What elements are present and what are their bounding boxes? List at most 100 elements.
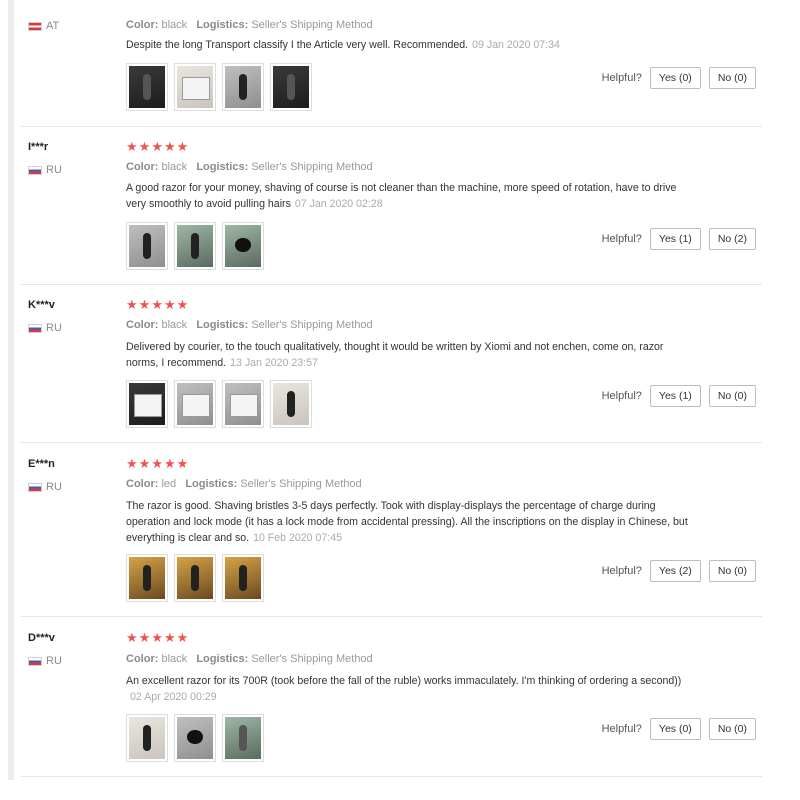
buyer-country: RU — [28, 655, 62, 667]
star-icon: ★ — [151, 297, 163, 312]
logistics-value: Seller's Shipping Method — [251, 653, 373, 665]
review-photo-thumb[interactable] — [222, 222, 264, 270]
star-icon: ★ — [138, 456, 151, 471]
color-value: black — [161, 653, 188, 665]
review-text: A good razor for your money, shaving of … — [126, 180, 696, 212]
helpful-yes-button[interactable]: Yes (1) — [649, 385, 701, 407]
review-info: Color: black Logistics: Seller's Shippin… — [126, 19, 373, 31]
star-icon: ★ — [138, 630, 151, 645]
review-photo-thumb[interactable] — [174, 554, 216, 602]
review-photo-thumb[interactable] — [174, 380, 216, 428]
color-label: Color: — [126, 161, 159, 173]
logistics-label: Logistics: — [196, 19, 249, 31]
review-photo-thumb[interactable] — [222, 380, 264, 428]
review-photo-thumb[interactable] — [270, 380, 312, 428]
review-photo-thumb[interactable] — [126, 63, 168, 111]
buyer-country: AT — [28, 20, 59, 32]
review-date: 13 Jan 2020 23:57 — [230, 357, 318, 369]
star-icon: ★ — [176, 297, 189, 312]
helpful-no-button[interactable]: No (0) — [708, 560, 756, 582]
review-photos — [126, 554, 264, 602]
review-photo-thumb[interactable] — [222, 554, 264, 602]
review-photo-thumb[interactable] — [126, 380, 168, 428]
country-code: RU — [46, 322, 62, 334]
flag-ru-icon — [28, 323, 42, 333]
review-item: E***n RU ★ ★ ★ ★ ★ Color: led Logistics: Sel… — [20, 442, 762, 617]
review-date: 02 Apr 2020 00:29 — [130, 691, 217, 703]
star-icon: ★ — [126, 139, 138, 154]
review-date: 07 Jan 2020 02:28 — [294, 198, 383, 210]
star-icon: ★ — [163, 139, 176, 154]
left-border — [8, 0, 14, 780]
logistics-value: Seller's Shipping Method — [240, 478, 362, 490]
star-icon: ★ — [163, 630, 176, 645]
logistics-value: Seller's Shipping Method — [251, 319, 373, 331]
buyer-name: I***r — [28, 141, 49, 153]
review-item: I***r RU ★ ★ ★ ★ ★ Color: black Logistics: S… — [20, 126, 762, 285]
review-body: Delivered by courier, to the touch quali… — [126, 341, 664, 369]
review-date: 10 Feb 2020 07:45 — [253, 532, 343, 544]
helpful-yes-button[interactable]: Yes (0) — [649, 67, 701, 89]
helpful-yes-button[interactable]: Yes (1) — [649, 228, 701, 250]
rating-stars: ★ ★ ★ ★ ★ — [126, 457, 188, 470]
review-photo-thumb[interactable] — [222, 714, 264, 762]
review-photo-thumb[interactable] — [126, 714, 168, 762]
helpful-bar: Helpful? Yes (1) No (0) — [602, 385, 756, 407]
helpful-yes-button[interactable]: Yes (0) — [649, 718, 701, 740]
country-code: AT — [46, 20, 60, 32]
review-date: 09 Jan 2020 07:34 — [472, 39, 560, 51]
review-text: Delivered by courier, to the touch quali… — [126, 339, 696, 371]
review-text: An excellent razor for its 700R (took be… — [126, 673, 696, 705]
buyer-name: E***n — [28, 458, 55, 470]
review-info: Color: black Logistics: Seller's Shippin… — [126, 161, 373, 173]
buyer-name: D***v — [28, 632, 55, 644]
logistics-label: Logistics: — [196, 319, 249, 331]
helpful-yes-button[interactable]: Yes (2) — [649, 560, 701, 582]
star-icon: ★ — [126, 456, 138, 471]
star-icon: ★ — [138, 297, 151, 312]
review-photo-thumb[interactable] — [174, 63, 216, 111]
color-label: Color: — [126, 19, 159, 31]
review-text: The razor is good. Shaving bristles 3-5 … — [126, 498, 696, 546]
color-value: black — [161, 19, 188, 31]
helpful-label: Helpful? — [601, 72, 642, 84]
buyer-country: RU — [28, 164, 62, 176]
review-item: AT Color: black Logistics: Seller's Ship… — [20, 0, 762, 127]
review-photo-thumb[interactable] — [126, 222, 168, 270]
helpful-label: Helpful? — [601, 233, 642, 245]
country-code: RU — [46, 164, 62, 176]
review-photo-thumb[interactable] — [222, 63, 264, 111]
logistics-value: Seller's Shipping Method — [251, 19, 373, 31]
star-icon: ★ — [151, 456, 163, 471]
helpful-bar: Helpful? Yes (0) No (0) — [602, 67, 756, 89]
logistics-label: Logistics: — [196, 653, 249, 665]
buyer-country: RU — [28, 322, 62, 334]
review-photos — [126, 714, 264, 762]
helpful-no-button[interactable]: No (0) — [708, 67, 756, 89]
review-item: D***v RU ★ ★ ★ ★ ★ Color: black Logistics: S… — [20, 616, 762, 777]
review-photo-thumb[interactable] — [270, 63, 312, 111]
country-code: RU — [46, 655, 62, 667]
star-icon: ★ — [176, 139, 189, 154]
review-body: Despite the long Transport classify I th… — [126, 39, 469, 51]
color-value: black — [161, 161, 188, 173]
helpful-label: Helpful? — [601, 723, 642, 735]
helpful-bar: Helpful? Yes (1) No (2) — [602, 228, 756, 250]
color-value: led — [161, 478, 177, 490]
review-photos — [126, 63, 312, 111]
helpful-bar: Helpful? Yes (2) No (0) — [602, 560, 756, 582]
helpful-no-button[interactable]: No (0) — [708, 718, 756, 740]
review-photo-thumb[interactable] — [126, 554, 168, 602]
star-icon: ★ — [176, 630, 189, 645]
rating-stars: ★ ★ ★ ★ ★ — [126, 140, 188, 153]
review-info: Color: led Logistics: Seller's Shipping … — [126, 478, 362, 490]
helpful-no-button[interactable]: No (2) — [708, 228, 756, 250]
star-icon: ★ — [163, 297, 176, 312]
review-photo-thumb[interactable] — [174, 222, 216, 270]
review-body: A good razor for your money, shaving of … — [126, 182, 677, 210]
star-icon: ★ — [176, 456, 189, 471]
logistics-label: Logistics: — [185, 478, 238, 490]
helpful-bar: Helpful? Yes (0) No (0) — [602, 718, 756, 740]
helpful-no-button[interactable]: No (0) — [708, 385, 756, 407]
review-photo-thumb[interactable] — [174, 714, 216, 762]
